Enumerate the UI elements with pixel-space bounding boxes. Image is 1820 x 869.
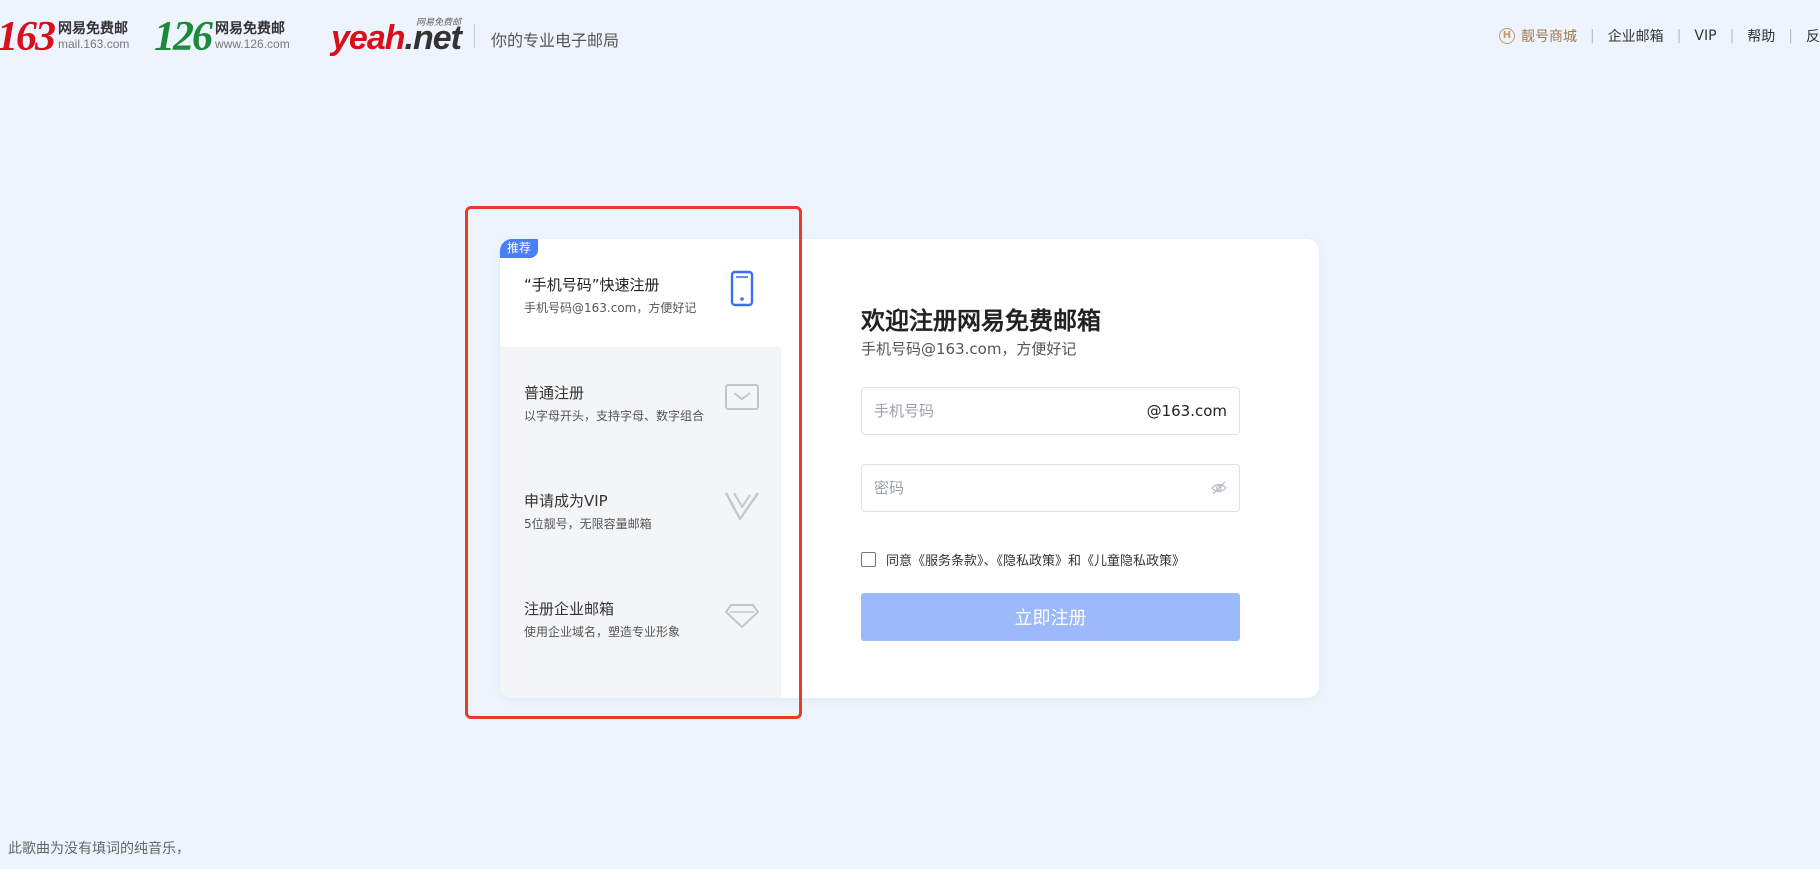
shop-icon: H <box>1498 28 1515 44</box>
nav-shop-label: 靓号商城 <box>1520 29 1577 45</box>
option-title: 申请成为VIP <box>524 492 608 510</box>
register-button[interactable]: 立即注册 <box>861 593 1240 641</box>
option-desc: 5位靓号，无限容量邮箱 <box>524 517 652 531</box>
option-title: “手机号码”快速注册 <box>524 276 660 294</box>
option-enterprise-register[interactable]: 注册企业邮箱 使用企业域名，塑造专业形象 <box>500 563 781 671</box>
top-nav: H 靓号商城 | 企业邮箱 | VIP | 帮助 | 反 <box>1486 26 1820 46</box>
diamond-icon <box>725 604 759 628</box>
envelope-icon <box>725 384 759 410</box>
email-suffix: @163.com <box>1146 402 1227 420</box>
agreement-checkbox[interactable] <box>861 552 876 567</box>
header-slogan: 你的专业电子邮局 <box>491 31 620 50</box>
brand-126-mark: 126 <box>154 14 213 60</box>
register-type-sidebar: 推荐 “手机号码”快速注册 手机号码@163.com，方便好记 普通注册 以字母… <box>500 239 781 698</box>
option-normal-register[interactable]: 普通注册 以字母开头，支持字母、数字组合 <box>500 347 781 455</box>
brand-163-name: 网易免费邮 <box>58 21 128 37</box>
eye-hidden-icon[interactable] <box>1211 481 1227 495</box>
option-desc: 手机号码@163.com，方便好记 <box>524 301 697 315</box>
brand-yeah-mark-suffix: .net <box>404 19 462 57</box>
recommend-badge: 推荐 <box>500 239 539 258</box>
agreement-row: 同意《服务条款》、《隐私政策》和《儿童隐私政策》 <box>861 550 1185 569</box>
brand-yeah-mark: yeah <box>331 19 405 57</box>
option-vip-register[interactable]: 申请成为VIP 5位靓号，无限容量邮箱 <box>500 455 781 563</box>
phone-input[interactable] <box>874 388 1144 434</box>
nav-help-link[interactable]: 帮助 <box>1734 26 1788 46</box>
nav-enterprise-link[interactable]: 企业邮箱 <box>1595 26 1677 46</box>
vip-icon <box>724 492 759 521</box>
phone-field: @163.com <box>861 387 1240 435</box>
option-desc: 以字母开头，支持字母、数字组合 <box>524 409 705 423</box>
option-phone-register[interactable]: 推荐 “手机号码”快速注册 手机号码@163.com，方便好记 <box>500 239 781 347</box>
register-card: 推荐 “手机号码”快速注册 手机号码@163.com，方便好记 普通注册 以字母… <box>500 239 1319 698</box>
brand-163-domain: mail.163.com <box>58 37 130 51</box>
nav-shop-link[interactable]: H 靓号商城 <box>1486 26 1590 46</box>
option-desc: 使用企业域名，塑造专业形象 <box>524 625 681 639</box>
phone-icon <box>730 270 754 307</box>
top-bar: 163 网易免费邮 mail.163.com 126 网易免费邮 www.126… <box>0 0 1820 74</box>
option-title: 普通注册 <box>524 384 585 402</box>
password-input[interactable] <box>874 465 1144 511</box>
brand-163-logo[interactable]: 163 网易免费邮 mail.163.com <box>0 16 129 58</box>
footer-text: 此歌曲为没有填词的纯音乐， <box>8 841 190 857</box>
brand-126-name: 网易免费邮 <box>215 21 285 37</box>
header-divider <box>474 24 475 48</box>
nav-vip-link[interactable]: VIP <box>1681 28 1729 44</box>
brand-126-domain: www.126.com <box>215 37 290 51</box>
nav-feedback-link[interactable]: 反 <box>1793 26 1820 46</box>
form-title: 欢迎注册网易免费邮箱 <box>861 307 1101 335</box>
password-field <box>861 464 1240 512</box>
brand-yeah-logo[interactable]: 网易免费邮 yeah.net <box>331 12 462 58</box>
brand-126-logo[interactable]: 126 网易免费邮 www.126.com <box>154 16 290 58</box>
brand-163-mark: 163 <box>0 14 56 60</box>
option-title: 注册企业邮箱 <box>524 600 615 618</box>
form-subtitle: 手机号码@163.com，方便好记 <box>861 340 1077 358</box>
agreement-text[interactable]: 同意《服务条款》、《隐私政策》和《儿童隐私政策》 <box>886 550 1185 569</box>
